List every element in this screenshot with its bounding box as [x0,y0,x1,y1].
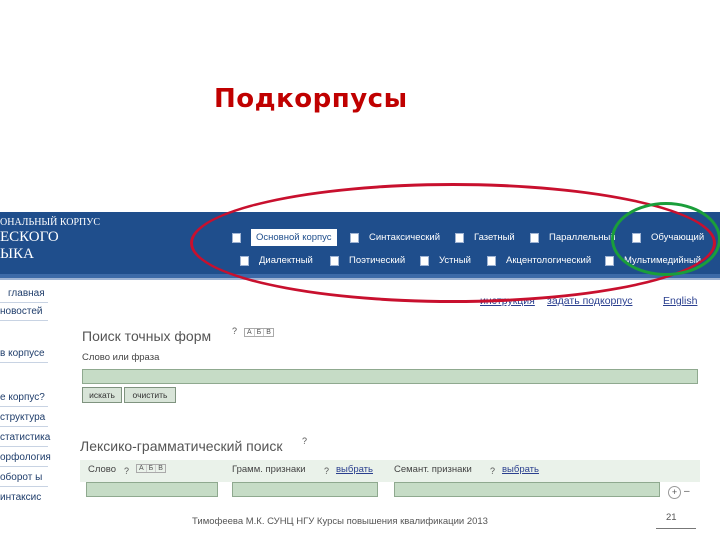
help-icon[interactable]: ? [302,436,307,446]
english-link[interactable]: English [663,295,697,307]
kbd-key: Б [255,329,265,336]
help-icon[interactable]: ? [232,326,237,336]
sidebar-item-statistics[interactable]: статистика [0,432,50,443]
sidebar-item-morphology[interactable]: орфология [0,452,51,463]
kbd-key: А [137,465,147,472]
sidebar-divider [0,406,48,407]
site-logo-line: ОНАЛЬНЫЙ КОРПУС [0,217,101,228]
gram-features-input[interactable] [232,482,378,497]
kbd-key: Б [147,465,157,472]
gram-features-label: Грамм. признаки [232,464,306,475]
sidebar-divider [0,362,48,363]
sidebar-item-syntax[interactable]: интаксис [0,492,41,503]
add-row-icon[interactable]: + [668,486,681,499]
help-icon[interactable]: ? [324,466,329,476]
search-row-band [80,460,700,482]
kbd-key: В [266,329,271,336]
word-or-phrase-label: Слово или фраза [82,352,160,363]
slide-title: Подкорпусы [214,84,408,114]
sidebar-item-what-is-corpus[interactable]: е корпус? [0,392,45,403]
page-number: 21 [666,512,677,523]
semantic-choose-link[interactable]: выбрать [502,464,539,475]
sidebar-item-structure[interactable]: структура [0,412,45,423]
semantic-features-input[interactable] [394,482,660,497]
sidebar-item-in-corpus[interactable]: в корпусе [0,348,45,359]
kbd-key: В [158,465,163,472]
site-logo-line: ЫКА [0,246,34,262]
word-or-phrase-input[interactable] [82,369,698,384]
sidebar-divider [0,486,48,487]
site-logo-line: ЕСКОГО [0,229,59,245]
search-button[interactable]: искать [82,387,122,403]
page-number-rule [656,528,696,529]
word-label: Слово [88,464,117,475]
sidebar-divider [0,426,48,427]
sidebar-divider [0,446,48,447]
semantic-features-label: Семант. признаки [394,464,472,475]
gram-choose-link[interactable]: выбрать [336,464,373,475]
sidebar-divider [0,320,48,321]
keyboard-icon[interactable]: А Б В [136,464,166,473]
sidebar-item-phrases[interactable]: оборот ы [0,472,42,483]
kbd-key: А [245,329,255,336]
sidebar-item-home[interactable]: главная [8,288,45,299]
exact-search-title: Поиск точных форм [82,328,212,344]
help-icon[interactable]: ? [124,466,129,476]
sidebar-divider [0,466,48,467]
word-input[interactable] [86,482,218,497]
keyboard-icon[interactable]: А Б В [244,328,274,337]
slide-footer: Тимофеева М.К. СУНЦ НГУ Курсы повышения … [192,516,488,527]
sidebar-item-news[interactable]: новостей [0,306,42,317]
green-highlight-oval [611,202,720,276]
lexgram-search-title: Лексико-грамматический поиск [80,438,283,454]
clear-button[interactable]: очистить [124,387,176,403]
sidebar-divider [0,302,48,303]
remove-row-icon[interactable]: – [684,486,690,497]
help-icon[interactable]: ? [490,466,495,476]
